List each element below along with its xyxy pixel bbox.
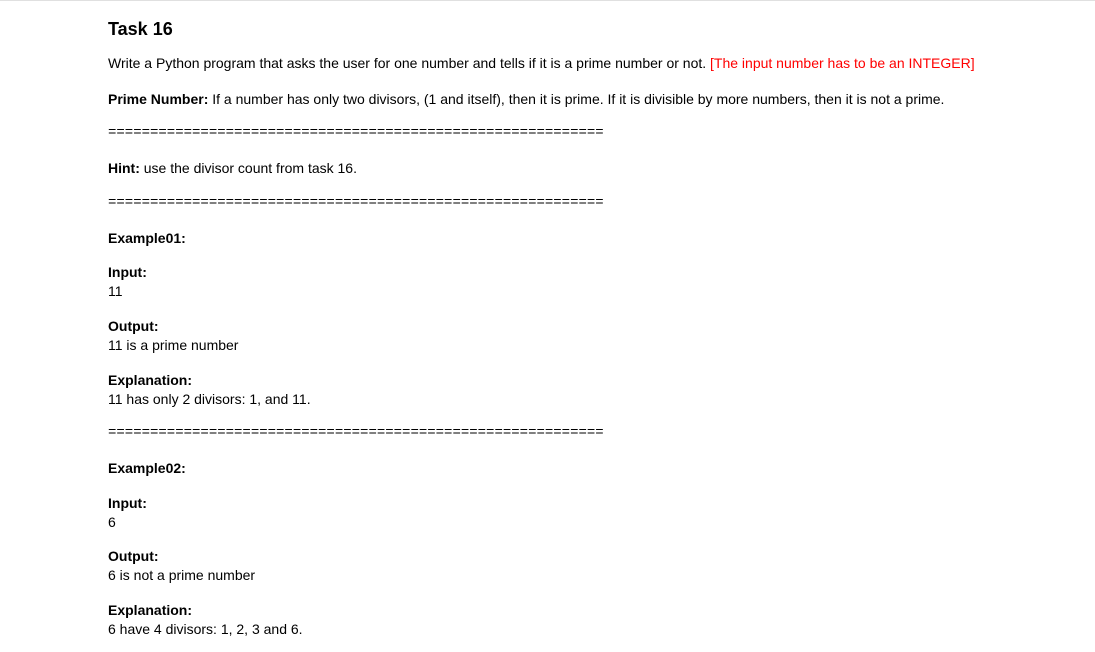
task-description-warning: [The input number has to be an INTEGER] (710, 55, 975, 71)
prime-def-text: If a number has only two divisors, (1 an… (212, 91, 944, 107)
example2-output-label: Output: (108, 548, 987, 564)
example2-explanation-label: Explanation: (108, 602, 987, 618)
example2-input-value: 6 (108, 513, 987, 533)
task-description: Write a Python program that asks the use… (108, 54, 987, 74)
example1-explanation-block: Explanation: 11 has only 2 divisors: 1, … (108, 372, 987, 410)
task-description-text: Write a Python program that asks the use… (108, 55, 710, 71)
example1-explanation-label: Explanation: (108, 372, 987, 388)
example2-input-block: Input: 6 (108, 495, 987, 533)
example2-label: Example02: (108, 459, 987, 479)
example1-output-value: 11 is a prime number (108, 336, 987, 356)
example1-input-block: Input: 11 (108, 264, 987, 302)
divider-2: ========================================… (108, 195, 987, 211)
example1-input-label: Input: (108, 264, 987, 280)
divider-1: ========================================… (108, 125, 987, 141)
example2-output-value: 6 is not a prime number (108, 566, 987, 586)
example1-label: Example01: (108, 229, 987, 249)
example1-output-block: Output: 11 is a prime number (108, 318, 987, 356)
hint-text: use the divisor count from task 16. (144, 160, 357, 176)
task-title: Task 16 (108, 19, 987, 40)
example2-explanation-value: 6 have 4 divisors: 1, 2, 3 and 6. (108, 620, 987, 640)
example1-output-label: Output: (108, 318, 987, 334)
hint-label: Hint: (108, 160, 144, 176)
example2-input-label: Input: (108, 495, 987, 511)
example1-explanation-value: 11 has only 2 divisors: 1, and 11. (108, 390, 987, 410)
example1-input-value: 11 (108, 282, 987, 302)
hint: Hint: use the divisor count from task 16… (108, 159, 987, 179)
prime-def-label: Prime Number: (108, 91, 212, 107)
example2-output-block: Output: 6 is not a prime number (108, 548, 987, 586)
divider-3: ========================================… (108, 425, 987, 441)
example2-explanation-block: Explanation: 6 have 4 divisors: 1, 2, 3 … (108, 602, 987, 640)
prime-definition: Prime Number: If a number has only two d… (108, 90, 987, 110)
task-content: Task 16 Write a Python program that asks… (0, 1, 1095, 652)
